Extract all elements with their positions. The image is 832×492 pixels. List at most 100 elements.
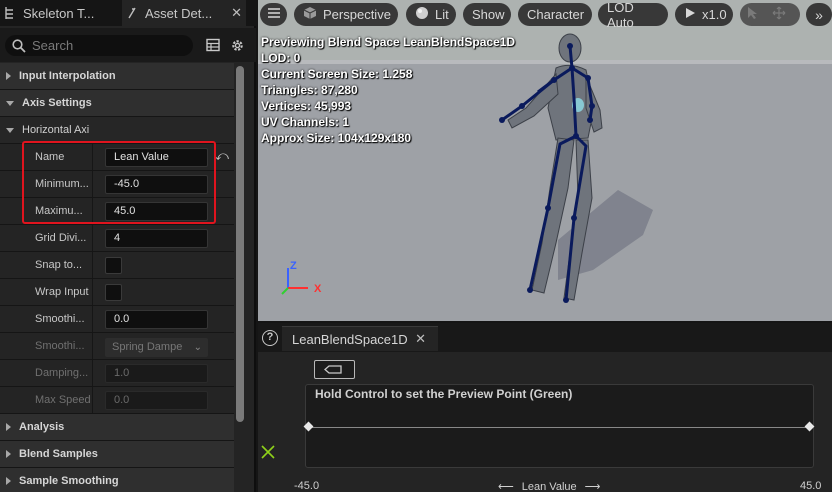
wrap-input-checkbox[interactable] — [105, 284, 122, 301]
arrow-right-icon: ⟶ — [584, 481, 601, 492]
property-label: Wrap Input — [35, 286, 89, 298]
info-line: UV Channels: 1 — [261, 115, 350, 129]
left-tab-bar: Skeleton T... Asset Det... ✕ — [0, 0, 256, 26]
backspace-icon — [324, 365, 342, 374]
settings-gear-icon[interactable] — [230, 38, 244, 52]
property-value-cell: 0.0 — [92, 387, 234, 413]
axis-x-label: X — [314, 283, 322, 295]
smoothing-time-field[interactable]: 0.0 — [105, 310, 208, 329]
help-icon[interactable]: ? — [262, 330, 278, 346]
info-line: Previewing Blend Space LeanBlendSpace1D — [261, 35, 516, 49]
axis-title: ⟵ Lean Value ⟶ — [498, 480, 600, 492]
lit-button[interactable]: Lit — [406, 3, 456, 26]
perspective-label: Perspective — [323, 7, 391, 22]
sample-point-min[interactable] — [303, 421, 314, 432]
transform-tools — [740, 3, 800, 26]
details-icon — [126, 6, 138, 20]
tab-blend-space[interactable]: LeanBlendSpace1D ✕ — [282, 326, 438, 351]
grid-divisions-field[interactable]: 4 — [105, 229, 208, 248]
name-field[interactable]: Lean Value — [105, 148, 208, 167]
viewport-info-overlay: Previewing Blend Space LeanBlendSpace1D … — [261, 34, 515, 146]
property-label: Snap to... — [35, 259, 83, 271]
property-value-cell: 1.0 — [92, 360, 234, 386]
close-tab-icon[interactable]: ✕ — [231, 5, 242, 21]
category-label: Blend Samples — [19, 448, 98, 460]
search-input[interactable] — [32, 38, 182, 53]
property-label: Smoothi... — [35, 313, 85, 325]
property-row-smoothing-time: Smoothi... 0.0 — [0, 306, 234, 333]
more-options-button[interactable]: » — [806, 3, 832, 26]
select-arrow-icon[interactable] — [746, 6, 766, 23]
snap-to-grid-checkbox[interactable] — [105, 257, 122, 274]
play-icon — [684, 7, 696, 22]
viewport-menu-button[interactable] — [260, 3, 287, 26]
expand-arrow-icon — [6, 477, 11, 485]
property-label: Minimum... — [35, 178, 89, 190]
category-input-interpolation[interactable]: Input Interpolation — [0, 63, 234, 90]
property-label: Name — [35, 151, 65, 163]
dropdown-value: Spring Dampe — [112, 341, 183, 353]
subcategory-horizontal-axis[interactable]: Horizontal Axi — [0, 117, 234, 144]
back-button[interactable] — [314, 360, 355, 379]
property-value-cell: -45.0 — [92, 171, 234, 197]
search-box[interactable] — [5, 35, 193, 56]
category-label: Axis Settings — [22, 97, 92, 109]
sample-point-max[interactable] — [804, 421, 815, 432]
blend-space-editor: ? LeanBlendSpace1D ✕ Hold Control to set… — [258, 323, 832, 492]
tab-skeleton-label: Skeleton T... — [23, 5, 95, 21]
perspective-button[interactable]: Perspective — [294, 3, 398, 26]
tab-asset-details[interactable]: Asset Det... ✕ — [122, 0, 246, 26]
property-label: Damping... — [35, 367, 89, 379]
category-sample-smoothing[interactable]: Sample Smoothing — [0, 468, 234, 492]
lod-label: LOD Auto — [607, 0, 634, 30]
tab-asset-details-label: Asset Det... — [145, 5, 213, 21]
lod-button[interactable]: LOD Auto — [598, 0, 668, 30]
reset-to-default-icon[interactable]: ⤺ — [215, 148, 229, 164]
collapse-arrow-icon — [6, 100, 14, 106]
lit-label: Lit — [435, 7, 449, 22]
category-axis-settings[interactable]: Axis Settings — [0, 90, 234, 117]
axis-gizmo: Z X — [278, 258, 322, 301]
tab-skeleton-tree[interactable]: Skeleton T... — [0, 0, 118, 26]
show-button[interactable]: Show — [463, 3, 511, 26]
property-value-cell: Lean Value — [92, 144, 234, 170]
property-value-cell: 4 — [92, 225, 234, 251]
cube-icon — [303, 6, 317, 23]
character-button[interactable]: Character — [518, 3, 592, 26]
hamburger-icon — [267, 7, 281, 22]
smoothing-type-dropdown[interactable]: Spring Dampe ⌄ — [105, 338, 208, 357]
search-icon — [12, 38, 26, 53]
move-icon[interactable] — [772, 6, 792, 23]
chevron-down-icon: ⌄ — [193, 342, 202, 353]
close-tab-icon[interactable]: ✕ — [415, 331, 426, 347]
property-label: Smoothi... — [35, 340, 85, 352]
scrollbar-thumb[interactable] — [236, 66, 244, 422]
subcategory-label: Horizontal Axi — [22, 124, 90, 136]
property-row-smoothing-type: Smoothi... Spring Dampe ⌄ — [0, 333, 234, 360]
details-panel: Skeleton T... Asset Det... ✕ Input Inter… — [0, 0, 256, 492]
maximum-value-field[interactable]: 45.0 — [105, 202, 208, 221]
preview-viewport[interactable]: Perspective Lit Show Character LOD Auto … — [258, 0, 832, 321]
info-line: LOD: 0 — [261, 51, 301, 65]
expand-arrow-icon — [6, 72, 11, 80]
playback-speed-button[interactable]: x1.0 — [675, 3, 733, 26]
category-blend-samples[interactable]: Blend Samples — [0, 441, 234, 468]
blend-space-grid[interactable]: Hold Control to set the Preview Point (G… — [303, 384, 815, 468]
search-row — [0, 28, 256, 62]
property-value-cell — [92, 252, 234, 278]
lit-sphere-icon — [415, 6, 429, 23]
max-speed-field[interactable]: 0.0 — [105, 391, 208, 410]
property-row-max-speed: Max Speed 0.0 — [0, 387, 234, 414]
blend-space-body: Hold Control to set the Preview Point (G… — [258, 352, 832, 492]
double-chevron-right-icon: » — [815, 6, 823, 23]
minimum-value-field[interactable]: -45.0 — [105, 175, 208, 194]
property-value-cell — [92, 279, 234, 305]
axis-gizmo-icon — [281, 268, 308, 295]
info-line: Approx Size: 104x129x180 — [261, 131, 412, 145]
property-row-maximum: Maximu... 45.0 — [0, 198, 234, 225]
table-view-icon[interactable] — [206, 38, 220, 52]
axis-max-label: 45.0 — [800, 480, 822, 492]
category-analysis[interactable]: Analysis — [0, 414, 234, 441]
preview-point-marker[interactable] — [261, 445, 275, 463]
damping-ratio-field[interactable]: 1.0 — [105, 364, 208, 383]
